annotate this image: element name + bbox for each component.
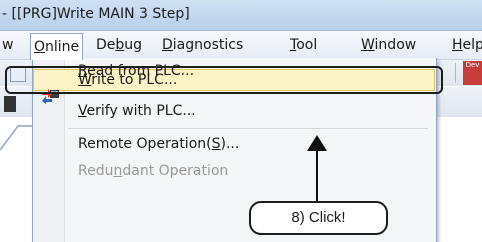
editor-area (0, 150, 32, 242)
annotation-highlight-box (5, 66, 443, 94)
menu-item-verify-with-plc[interactable]: Verify with PLC... (78, 100, 196, 122)
menu-tool[interactable]: Tool (290, 36, 317, 55)
window-title: - [[PRG]Write MAIN 3 Step] (2, 6, 190, 22)
device-icon[interactable]: Dev (463, 61, 482, 85)
menu-help[interactable]: Help (452, 36, 482, 55)
menu-online[interactable]: Online (30, 33, 84, 60)
menu-item-remote-operation[interactable]: Remote Operation(S)... (78, 133, 239, 155)
title-bar: - [[PRG]Write MAIN 3 Step] (0, 0, 482, 31)
menu-separator (68, 128, 428, 129)
toolbar-sidebar-icon[interactable] (4, 96, 16, 112)
menu-view-partial[interactable]: w (2, 36, 13, 55)
menu-diagnostics[interactable]: Diagnostics (162, 36, 243, 55)
menu-item-redundant-operation: Redundant Operation (78, 163, 229, 179)
annotation-callout: 8) Click! (249, 201, 388, 235)
menu-bar: w Online Debug Diagnostics Tool Window H… (0, 31, 482, 60)
menu-debug[interactable]: Debug (96, 36, 142, 55)
toolbar-separator (455, 63, 456, 83)
menu-window[interactable]: Window (361, 36, 416, 55)
